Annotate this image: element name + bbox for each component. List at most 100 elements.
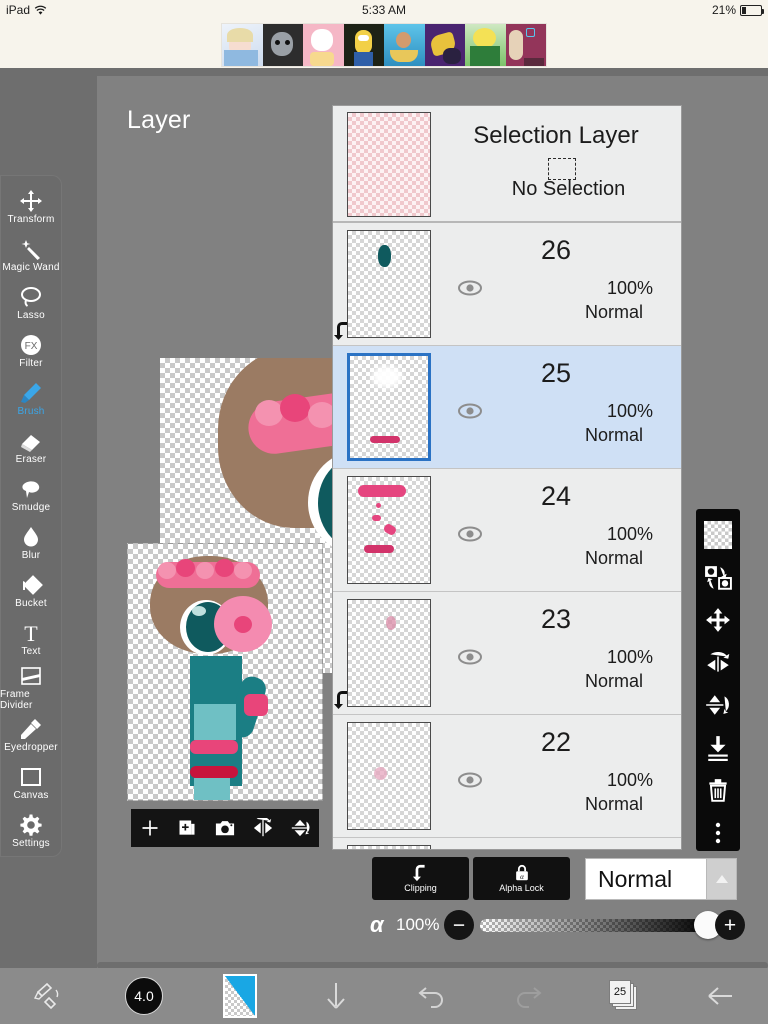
ad-cell-dora[interactable] bbox=[384, 24, 425, 66]
flip-horizontal-button[interactable] bbox=[246, 811, 280, 845]
gear-icon bbox=[20, 814, 42, 836]
layer-thumbnail[interactable] bbox=[347, 722, 431, 830]
tool-label: Brush bbox=[17, 406, 45, 417]
layer-thumbnail[interactable] bbox=[347, 353, 431, 461]
layer-row-22[interactable]: 22 100% Normal bbox=[333, 715, 681, 838]
ad-cell-princess-dressup[interactable] bbox=[505, 24, 546, 66]
ad-cell-duck-hero[interactable] bbox=[465, 24, 506, 66]
layer-visibility-toggle[interactable] bbox=[457, 525, 483, 543]
flip-horizontal-button[interactable] bbox=[698, 645, 738, 682]
layer-row-21[interactable]: 21 bbox=[333, 838, 681, 849]
tool-settings[interactable]: Settings bbox=[0, 807, 62, 855]
opacity-increase-button[interactable]: + bbox=[715, 910, 745, 940]
add-layer-button[interactable] bbox=[133, 811, 167, 845]
duplicate-layer-button[interactable] bbox=[170, 811, 204, 845]
layer-row-25[interactable]: 25 100% Normal bbox=[333, 346, 681, 469]
svg-text:FX: FX bbox=[25, 341, 38, 352]
blur-drop-icon bbox=[24, 527, 38, 547]
tool-magic-wand[interactable]: Magic Wand bbox=[0, 231, 62, 279]
ad-cell-talking-tom[interactable] bbox=[262, 24, 303, 66]
brush-size-button[interactable]: 4.0 bbox=[96, 977, 192, 1015]
delete-layer-button[interactable] bbox=[698, 772, 738, 809]
ad-cell-frozen-elsa[interactable] bbox=[222, 24, 263, 66]
download-button[interactable] bbox=[288, 980, 384, 1012]
svg-text:T: T bbox=[24, 621, 38, 645]
brush-eraser-toggle[interactable] bbox=[0, 982, 96, 1010]
layer-row-23[interactable]: 23 100% Normal bbox=[333, 592, 681, 715]
back-button[interactable] bbox=[672, 982, 768, 1010]
selection-layer-status: No Selection bbox=[511, 178, 626, 200]
blend-mode-value: Normal bbox=[598, 865, 673, 892]
more-options-button[interactable] bbox=[698, 815, 738, 852]
layer-opacity: 100% bbox=[606, 401, 653, 421]
tool-text[interactable]: T Text bbox=[0, 615, 62, 663]
layer-thumbnail[interactable] bbox=[347, 845, 431, 849]
bottom-toolbar[interactable]: 4.0 25 bbox=[0, 968, 768, 1024]
color-swatch-button[interactable] bbox=[192, 974, 288, 1018]
layer-blend-mode: Normal bbox=[584, 794, 643, 814]
opacity-control[interactable]: α 100% − + bbox=[370, 906, 745, 944]
status-bar-right: 21% bbox=[712, 0, 764, 20]
tool-frame-divider[interactable]: Frame Divider bbox=[0, 663, 62, 711]
clipping-arrow-icon bbox=[334, 690, 352, 710]
ad-cell-talking-angela[interactable] bbox=[303, 24, 344, 66]
layer-row-26[interactable]: 26 100% Normal bbox=[333, 223, 681, 346]
layer-tools-toolbar[interactable] bbox=[696, 509, 740, 851]
selection-layer-thumbnail[interactable] bbox=[347, 112, 431, 217]
layer-actions-bar[interactable] bbox=[131, 809, 319, 847]
undo-icon bbox=[418, 987, 443, 1008]
layer-number: 22 bbox=[540, 727, 572, 757]
camera-layer-button[interactable] bbox=[208, 811, 242, 845]
layer-row-24[interactable]: 24 100% Normal bbox=[333, 469, 681, 592]
select-transform-button[interactable] bbox=[698, 560, 738, 597]
opacity-decrease-button[interactable]: − bbox=[444, 910, 474, 940]
selection-layer-title: Selection Layer bbox=[473, 122, 639, 149]
alpha-symbol: α bbox=[370, 912, 384, 937]
selection-layer-row[interactable]: Selection Layer No Selection bbox=[333, 106, 681, 223]
lasso-icon bbox=[21, 287, 41, 307]
text-icon: T bbox=[24, 621, 38, 645]
tool-canvas[interactable]: Canvas bbox=[0, 759, 62, 807]
tool-rail[interactable]: Transform Magic Wand Lasso FX Filter Bru… bbox=[0, 175, 62, 857]
merge-down-button[interactable] bbox=[698, 730, 738, 767]
ad-cell-dragon[interactable] bbox=[424, 24, 465, 66]
tool-eyedropper[interactable]: Eyedropper bbox=[0, 711, 62, 759]
layer-thumbnail[interactable] bbox=[334, 599, 431, 709]
ad-cell-minion[interactable] bbox=[343, 24, 384, 66]
layer-visibility-toggle[interactable] bbox=[457, 648, 483, 666]
flip-vertical-button[interactable] bbox=[698, 687, 738, 724]
tool-transform[interactable]: Transform bbox=[0, 183, 62, 231]
layer-thumbnail[interactable] bbox=[334, 230, 431, 340]
layer-meta: 21 bbox=[431, 838, 681, 849]
flip-vertical-button[interactable] bbox=[283, 811, 317, 845]
arrow-down-icon bbox=[327, 983, 345, 1009]
undo-button[interactable] bbox=[384, 982, 480, 1010]
opacity-slider-track[interactable] bbox=[480, 919, 710, 932]
alpha-lock-button[interactable]: α Alpha Lock bbox=[473, 857, 570, 900]
layer-visibility-toggle[interactable] bbox=[457, 402, 483, 420]
tool-lasso[interactable]: Lasso bbox=[0, 279, 62, 327]
tool-smudge[interactable]: Smudge bbox=[0, 471, 62, 519]
tool-eraser[interactable]: Eraser bbox=[0, 423, 62, 471]
layers-button[interactable]: 25 bbox=[576, 980, 672, 1012]
redo-button[interactable] bbox=[480, 982, 576, 1010]
layer-visibility-toggle[interactable] bbox=[457, 771, 483, 789]
tool-blur[interactable]: Blur bbox=[0, 519, 62, 567]
layer-thumbnail[interactable] bbox=[347, 476, 431, 584]
layer-panel[interactable]: Selection Layer No Selection 26 100% Nor… bbox=[332, 105, 682, 850]
triangle-up-icon bbox=[715, 875, 728, 883]
tool-brush[interactable]: Brush bbox=[0, 375, 62, 423]
layer-opacity: 100% bbox=[606, 524, 653, 544]
tool-bucket[interactable]: Bucket bbox=[0, 567, 62, 615]
blend-mode-selector[interactable]: Normal bbox=[585, 858, 737, 900]
blend-mode-stepper[interactable] bbox=[706, 859, 736, 899]
tool-label: Lasso bbox=[17, 310, 45, 321]
layer-meta: 22 100% Normal bbox=[431, 715, 681, 837]
advertisement-banner[interactable] bbox=[221, 23, 547, 67]
eraser-icon bbox=[21, 435, 40, 452]
layer-visibility-toggle[interactable] bbox=[457, 279, 483, 297]
move-button[interactable] bbox=[698, 602, 738, 639]
tool-filter[interactable]: FX Filter bbox=[0, 327, 62, 375]
transparency-button[interactable] bbox=[698, 517, 738, 554]
clipping-button[interactable]: Clipping bbox=[372, 857, 469, 900]
